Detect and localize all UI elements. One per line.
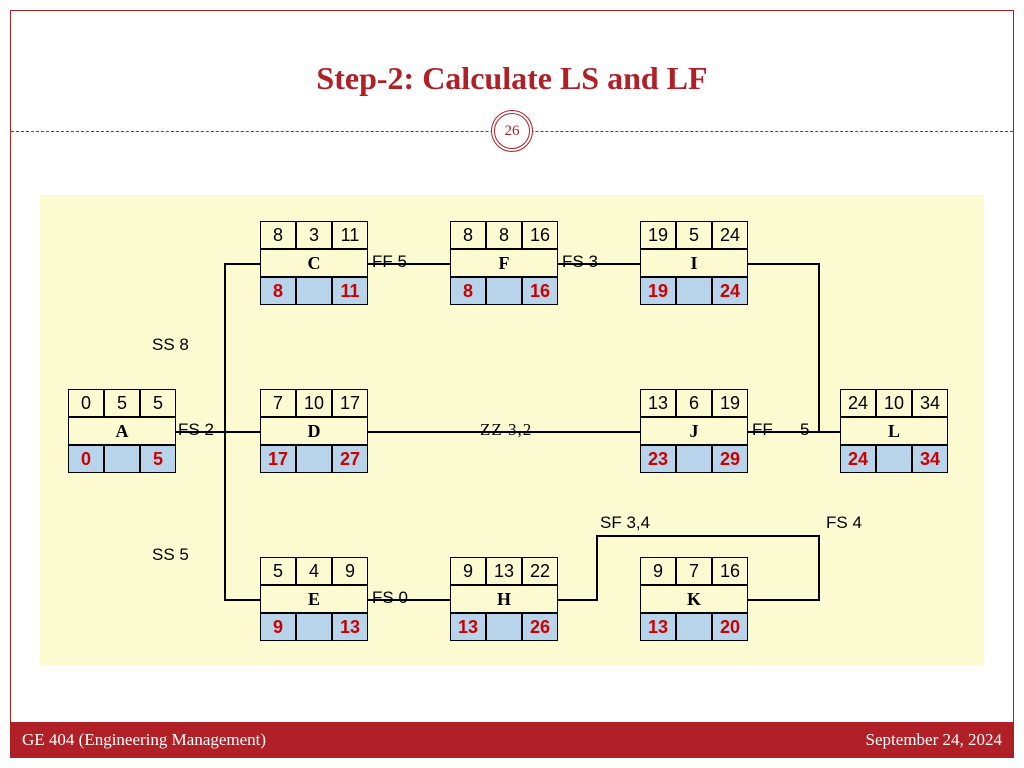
slide-title: Step-2: Calculate LS and LF xyxy=(0,60,1024,97)
activity-J: 13619 J 2329 xyxy=(640,389,748,473)
rel-SF34: SF 3,4 xyxy=(600,513,650,533)
rel-FF5: FF 5 xyxy=(372,252,407,272)
footer-right: September 24, 2024 xyxy=(866,730,1002,750)
footer-left: GE 404 (Engineering Management) xyxy=(22,730,266,750)
rel-FF: FF xyxy=(752,420,773,440)
activity-E: 549 E 913 xyxy=(260,557,368,641)
rel-FS4: FS 4 xyxy=(826,513,862,533)
page-number: 26 xyxy=(494,113,530,149)
slide: Step-2: Calculate LS and LF 26 xyxy=(0,0,1024,768)
lf: 5 xyxy=(140,445,176,473)
connector xyxy=(818,263,820,433)
activity-H: 91322 H 1326 xyxy=(450,557,558,641)
connector xyxy=(748,599,820,601)
rel-SS8: SS 8 xyxy=(152,335,189,355)
rel-FS0: FS 0 xyxy=(372,588,408,608)
activity-A: 055 A 05 xyxy=(68,389,176,473)
activity-F: 8816 F 816 xyxy=(450,221,558,305)
connector xyxy=(596,535,820,537)
connector xyxy=(596,535,598,601)
activity-L: 241034 L 2434 xyxy=(840,389,948,473)
rel-FS2: FS 2 xyxy=(178,420,214,440)
rel-five: 5 xyxy=(800,420,809,440)
name: A xyxy=(68,417,176,445)
activity-D: 71017 D 1727 xyxy=(260,389,368,473)
activity-K: 9716 K 1320 xyxy=(640,557,748,641)
connector xyxy=(224,263,260,265)
diagram-canvas: 055 A 05 8311 C 811 71017 D 1727 549 E 9… xyxy=(40,195,984,665)
connector xyxy=(818,535,820,601)
connector xyxy=(558,599,598,601)
rel-SS5: SS 5 xyxy=(152,545,189,565)
ef: 5 xyxy=(140,389,176,417)
activity-C: 8311 C 811 xyxy=(260,221,368,305)
connector xyxy=(748,263,820,265)
footer: GE 404 (Engineering Management) Septembe… xyxy=(10,722,1014,758)
activity-I: 19524 I 1924 xyxy=(640,221,748,305)
rel-FS3: FS 3 xyxy=(562,252,598,272)
dur: 5 xyxy=(104,389,140,417)
page-number-badge: 26 xyxy=(491,110,533,152)
connector xyxy=(224,599,260,601)
ls: 0 xyxy=(68,445,104,473)
rel-ZZ: ZZ 3,2 xyxy=(480,420,532,440)
es: 0 xyxy=(68,389,104,417)
connector xyxy=(224,431,260,433)
slack xyxy=(104,445,140,473)
